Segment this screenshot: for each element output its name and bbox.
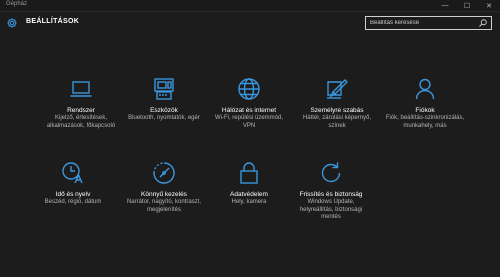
tile-description: Fiók, beállítás-szinkronizálás, munkahel… [385, 115, 465, 129]
tile-title: Adatvédelem [230, 191, 268, 198]
ease-of-access-icon [153, 162, 175, 184]
laptop-icon [70, 81, 92, 97]
search-box[interactable]: Beállítás keresése [365, 16, 492, 30]
tile-title: Személyre szabás [310, 107, 364, 114]
tile-devices[interactable]: Eszközök Bluetooth, nyomtatók, egér [117, 77, 211, 123]
tile-description: Wi-Fi, repülési üzemmód, VPN [214, 115, 283, 129]
tile-title: Rendszer [67, 107, 95, 114]
search-input[interactable]: Beállítás keresése [366, 20, 478, 26]
lock-icon [240, 162, 258, 184]
settings-header: BEÁLLÍTÁSOK Beállítás keresése [0, 11, 500, 35]
tile-title: Frissítés és biztonság [299, 191, 363, 198]
tile-title: Hálózat és internet [221, 107, 277, 114]
minimize-button[interactable]: — [434, 0, 456, 11]
window-title: Gépház [6, 1, 28, 7]
tile-system[interactable]: Rendszer Kijelző, értesítések, alkalmazá… [34, 77, 128, 130]
tile-description: Bluetooth, nyomtatók, egér [128, 115, 200, 121]
person-icon [415, 78, 435, 100]
tile-title: Fiókok [415, 107, 435, 114]
globe-icon [238, 78, 260, 100]
tile-title: Idő és nyelv [55, 191, 91, 198]
tile-accounts[interactable]: Fiókok Fiók, beállítás-szinkronizálás, m… [378, 77, 472, 130]
search-icon[interactable] [478, 18, 488, 28]
tile-time-language[interactable]: Idő és nyelv Beszéd, régió, dátum [26, 161, 120, 207]
tile-description: Narrátor, nagyító, kontraszt, megjelenít… [126, 199, 202, 213]
personalize-icon [327, 79, 348, 99]
tile-description: Windows Update, helyreállítás, biztonság… [299, 199, 363, 221]
close-button[interactable]: ✕ [478, 0, 500, 11]
gear-icon [7, 18, 17, 28]
maximize-button[interactable]: ☐ [456, 0, 478, 11]
tile-description: Háttér, zárolási képernyő, színek [302, 115, 372, 129]
tile-description: Hely, kamera [231, 199, 267, 205]
tile-privacy[interactable]: Adatvédelem Hely, kamera [202, 161, 296, 207]
time-language-icon [62, 162, 83, 184]
tile-title: Eszközök [150, 107, 178, 114]
tile-description: Beszéd, régió, dátum [44, 199, 102, 205]
page-title: BEÁLLÍTÁSOK [26, 18, 80, 25]
tile-update-security[interactable]: Frissítés és biztonság Windows Update, h… [284, 161, 378, 222]
tile-ease-of-access[interactable]: Könnyű kezelés Narrátor, nagyító, kontra… [117, 161, 211, 214]
update-icon [321, 162, 341, 183]
tile-network[interactable]: Hálózat és internet Wi-Fi, repülési üzem… [202, 77, 296, 130]
window-controls: — ☐ ✕ [434, 0, 500, 11]
tile-description: Kijelző, értesítések, alkalmazások, főka… [46, 115, 116, 129]
devices-icon [154, 78, 174, 100]
tile-title: Könnyű kezelés [141, 191, 187, 198]
tile-personalization[interactable]: Személyre szabás Háttér, zárolási képern… [290, 77, 384, 130]
